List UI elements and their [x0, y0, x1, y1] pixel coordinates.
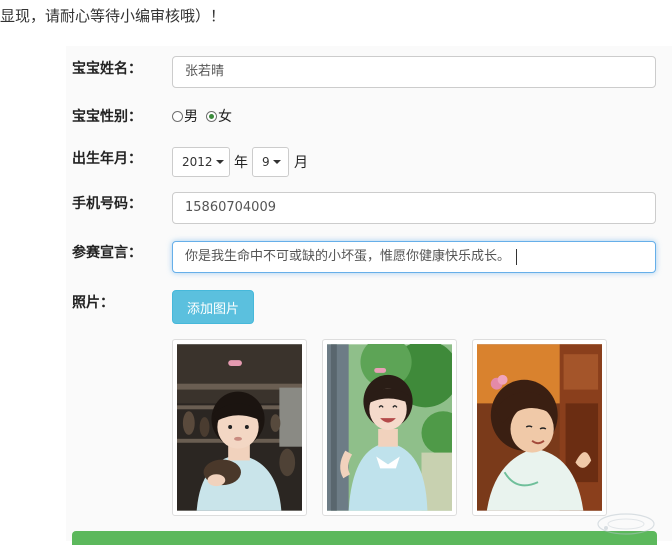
watermark-logo-icon	[597, 513, 655, 535]
birth-month-unit: 月	[294, 155, 308, 171]
photo-thumbnail-1[interactable]	[172, 339, 307, 516]
gender-male-label[interactable]: 男	[184, 106, 198, 126]
child-photo-3	[477, 344, 602, 511]
gender-female-label[interactable]: 女	[218, 106, 232, 126]
phone-label: 手机号码：	[72, 196, 142, 212]
review-notice: 显现，请耐心等待小编审核哦）！	[0, 7, 226, 25]
declaration-input[interactable]: 你是我生命中不可或缺的小坏蛋，惟愿你健康快乐成长。	[172, 241, 656, 273]
photo-thumbnail-3[interactable]	[472, 339, 607, 516]
photos-label: 照片：	[72, 295, 114, 311]
add-photo-button[interactable]: 添加图片	[172, 290, 254, 324]
baby-name-input[interactable]: 张若晴	[172, 56, 656, 88]
gender-male-radio[interactable]	[172, 110, 183, 122]
declaration-label: 参赛宣言：	[72, 245, 142, 261]
birth-year-unit: 年	[234, 155, 248, 171]
child-photo-1	[177, 344, 302, 511]
birth-date-label: 出生年月：	[72, 151, 142, 167]
submit-button[interactable]	[72, 531, 657, 545]
gender-female-radio[interactable]	[206, 110, 217, 122]
birth-month-value: 9	[262, 155, 270, 169]
child-photo-2	[327, 336, 465, 511]
dropdown-caret-icon	[215, 160, 224, 164]
declaration-text: 你是我生命中不可或缺的小坏蛋，惟愿你健康快乐成长。	[185, 249, 511, 264]
baby-name-label: 宝宝姓名：	[72, 61, 142, 77]
photo-thumbnail-2[interactable]	[322, 336, 465, 516]
birth-year-value: 2012	[182, 155, 213, 169]
phone-input[interactable]: 15860704009	[172, 192, 656, 224]
birth-month-select[interactable]: 9	[252, 147, 289, 177]
gender-radio-group: 男 女	[172, 107, 240, 125]
birth-year-select[interactable]: 2012	[172, 147, 230, 177]
dropdown-caret-icon	[272, 160, 281, 164]
text-cursor	[516, 248, 518, 265]
baby-gender-label: 宝宝性别：	[72, 109, 142, 125]
